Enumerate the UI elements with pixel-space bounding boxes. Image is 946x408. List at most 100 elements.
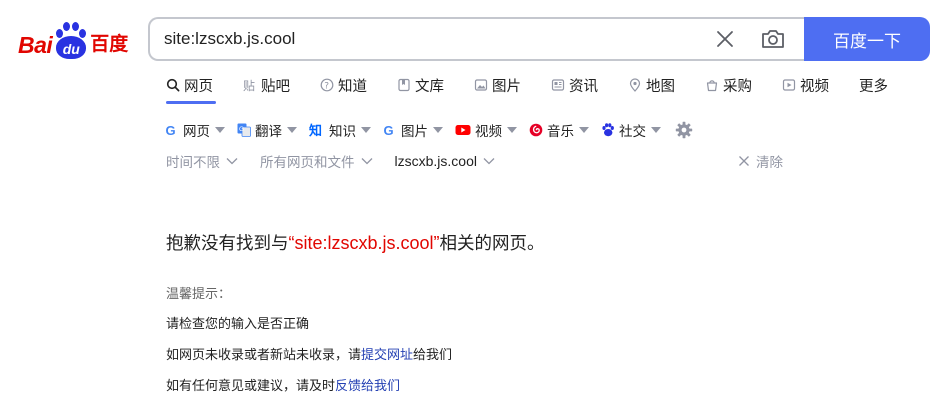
tip-submit-prefix: 如网页未收录或者新站未收录，请 [166,348,362,363]
tool-label: 音乐 [547,124,574,140]
zhihu-icon: 知 [309,123,322,137]
tab-label: 网页 [184,78,213,95]
clear-search-icon[interactable] [714,28,736,50]
no-results-message: 抱歉没有找到与“site:lzscxb.js.cool”相关的网页。 [166,230,545,255]
chevron-down-icon [361,127,371,133]
tieba-icon: 贴 [243,79,255,92]
tab-label: 更多 [859,78,888,95]
svg-text:知: 知 [309,123,322,137]
tab-tieba[interactable]: 贴 贴吧 [243,73,290,97]
tool-google-web[interactable]: G 网页 [165,119,225,141]
site-filter[interactable]: lzscxb.js.cool [395,153,495,169]
feedback-link[interactable]: 反馈给我们 [335,379,400,394]
svg-text:?: ? [324,82,329,92]
search-bar: 百度一下 [148,17,930,61]
tool-label: 翻译 [255,124,282,140]
active-tab-indicator [166,101,216,104]
tab-label: 采购 [723,78,752,95]
no-results-prefix: 抱歉没有找到与 [166,234,289,254]
tab-label: 文库 [415,78,444,95]
tab-more[interactable]: 更多 [859,73,888,97]
time-filter[interactable]: 时间不限 [166,151,238,171]
filetype-filter-label: 所有网页和文件 [260,155,355,171]
video-icon [782,79,796,91]
logo-text-chinese: 百度 [90,34,129,55]
tool-label: 知识 [329,124,356,140]
tab-zhidao[interactable]: ? 知道 [320,73,367,97]
map-pin-icon [629,78,641,92]
tip-submit-site: 如网页未收录或者新站未收录，请提交网址给我们 [166,344,452,363]
chevron-down-icon [226,158,238,165]
tool-google-images[interactable]: G 图片 [383,119,443,141]
translate-icon: G [237,123,251,137]
svg-text:G: G [166,123,176,137]
google-icon: G [166,123,176,137]
filetype-filter[interactable]: 所有网页和文件 [260,151,373,171]
gear-icon[interactable] [675,121,693,139]
tab-web[interactable]: 网页 [166,73,213,97]
logo-paw-text: du [56,36,87,59]
chevron-down-icon [215,127,225,133]
paw-icon: du [53,22,89,60]
tool-youtube[interactable]: 视频 [455,119,517,141]
tab-video[interactable]: 视频 [782,73,829,97]
tip-check-input: 请检查您的输入是否正确 [166,317,310,332]
document-icon [398,78,410,92]
tab-map[interactable]: 地图 [628,73,675,97]
tab-label: 知道 [338,78,367,95]
site-filter-label: lzscxb.js.cool [394,153,477,169]
camera-icon[interactable] [760,27,786,51]
tool-zhihu[interactable]: 知 知识 [309,119,371,141]
extension-tools-row: G 网页 G 翻译 知 知识 G 图片 视频 音乐 社交 [165,118,693,142]
netease-music-icon [529,123,543,137]
search-icon [166,78,180,92]
tip-submit-suffix: 给我们 [413,348,453,363]
chevron-down-icon [287,127,297,133]
tips-title: 温馨提示： [166,287,232,302]
chevron-down-icon [579,127,589,133]
tool-music[interactable]: 音乐 [529,119,589,141]
svg-text:G: G [384,123,394,137]
no-results-suffix: 相关的网页。 [439,234,545,254]
tip-feedback: 如有任何意见或建议，请及时反馈给我们 [166,375,400,394]
search-box [148,17,804,61]
tool-label: 社交 [619,124,646,140]
search-input[interactable] [164,19,684,59]
chevron-down-icon [651,127,661,133]
clear-filters-label: 清除 [756,155,783,171]
tab-label: 图片 [492,78,521,95]
search-button[interactable]: 百度一下 [804,17,930,61]
baidu-logo[interactable]: Bai du 百度 [18,20,134,60]
search-filters: 时间不限 所有网页和文件 lzscxb.js.cool [166,150,796,172]
tab-news[interactable]: 资讯 [551,73,598,97]
youtube-icon [455,125,471,135]
submit-url-link[interactable]: 提交网址 [361,348,413,363]
tab-caigou[interactable]: 采购 [705,73,752,97]
tab-label: 贴吧 [261,78,290,95]
tool-label: 网页 [183,124,210,140]
chevron-down-icon [507,127,517,133]
time-filter-label: 时间不限 [166,155,220,171]
close-icon [739,156,749,166]
tab-label: 资讯 [569,78,598,95]
search-tabs: 网页 贴 贴吧 ? 知道 文库 图片 资讯 地图 采购 视频 更多 [166,73,888,99]
tip-feedback-prefix: 如有任何意见或建议，请及时 [166,379,336,394]
tab-label: 地图 [646,78,675,95]
tab-wenku[interactable]: 文库 [397,73,444,97]
shopping-icon [706,80,718,92]
tool-label: 图片 [401,124,428,140]
google-icon: G [384,123,394,137]
tool-label: 视频 [475,124,502,140]
tab-images[interactable]: 图片 [474,73,521,97]
chevron-down-icon [361,158,372,165]
clear-filters-button[interactable]: 清除 [738,150,783,172]
question-icon: ? [320,78,334,92]
baidu-paw-icon [602,123,614,137]
chevron-down-icon [433,127,443,133]
news-icon [551,79,565,91]
tool-translate[interactable]: G 翻译 [237,119,297,141]
svg-text:贴: 贴 [243,79,255,92]
chevron-down-icon [483,158,495,165]
tool-social[interactable]: 社交 [601,119,661,141]
image-icon [474,79,488,91]
